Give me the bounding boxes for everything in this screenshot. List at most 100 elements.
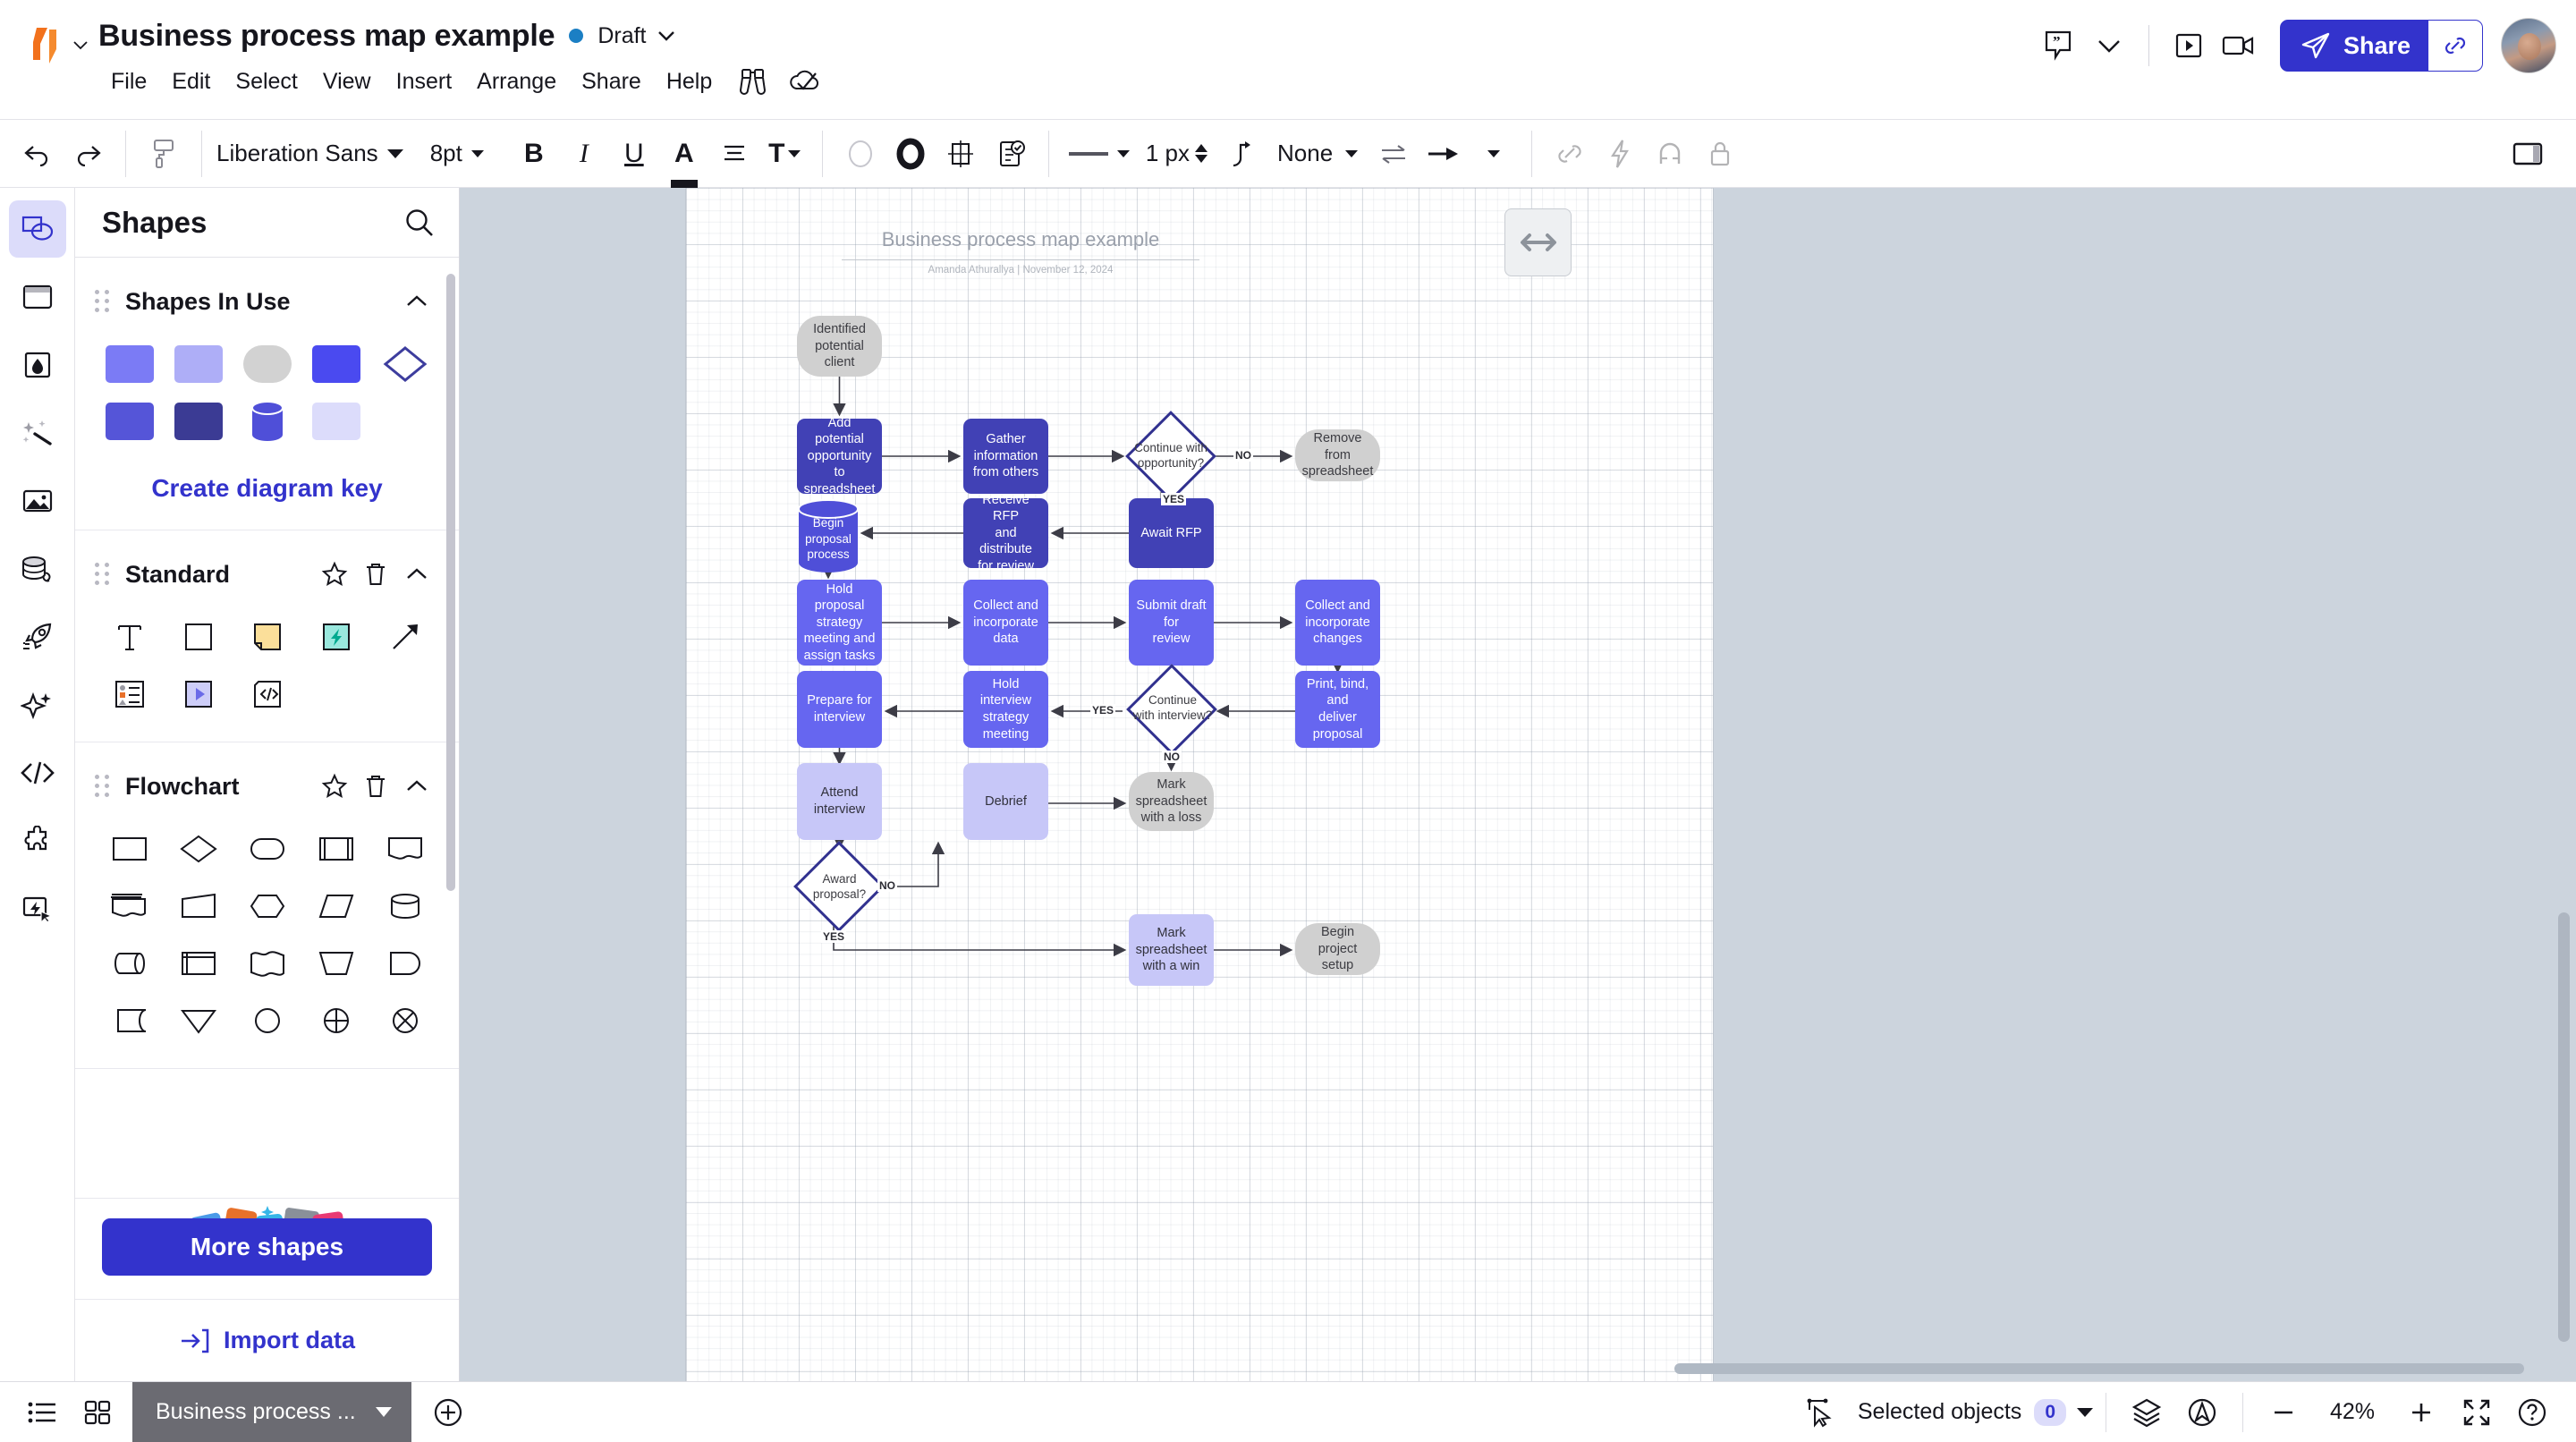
italic-button[interactable]: I — [559, 129, 609, 179]
horizontal-resize-icon[interactable] — [1504, 208, 1572, 276]
font-size-select[interactable]: 8pt — [416, 120, 496, 188]
menu-share[interactable]: Share — [569, 64, 654, 100]
avatar[interactable] — [2501, 18, 2556, 73]
menu-file[interactable]: File — [98, 64, 159, 100]
or-shape[interactable] — [235, 995, 300, 1047]
toggle-right-panel-icon[interactable] — [2503, 129, 2553, 179]
themes-icon[interactable] — [9, 336, 66, 394]
sticky-note-shape[interactable] — [235, 611, 300, 663]
app-logo-area[interactable] — [0, 0, 98, 89]
trash-icon[interactable] — [357, 556, 394, 593]
document-page[interactable]: Business process map example Amanda Athu… — [686, 188, 1713, 1381]
shape-swatch[interactable] — [166, 395, 231, 447]
grid-view-icon[interactable] — [70, 1385, 125, 1440]
share-button[interactable]: Share — [2280, 20, 2483, 72]
text-options-button[interactable]: T — [759, 129, 809, 179]
node-mark-spreadsheet-win[interactable]: Markspreadsheetwith a win — [1129, 914, 1214, 986]
magnet-icon[interactable] — [1645, 129, 1695, 179]
node-mark-spreadsheet-loss[interactable]: Markspreadsheetwith a loss — [1129, 772, 1214, 831]
shape-options-icon[interactable] — [936, 129, 986, 179]
comment-icon[interactable]: ” — [2034, 21, 2084, 71]
chevron-up-icon[interactable] — [398, 556, 436, 593]
bold-button[interactable]: B — [509, 129, 559, 179]
text-shape[interactable] — [97, 611, 162, 663]
page-tab-business-process[interactable]: Business process ... — [132, 1382, 411, 1442]
chevron-down-icon[interactable] — [2084, 21, 2134, 71]
arrow-shape[interactable] — [373, 611, 437, 663]
node-begin-proposal-process[interactable]: Beginproposalprocess — [797, 499, 860, 573]
sparkle-ai-icon[interactable] — [9, 676, 66, 734]
create-diagram-key-link[interactable]: Create diagram key — [75, 447, 459, 508]
node-collect-incorporate-data[interactable]: Collect andincorporatedata — [963, 580, 1048, 666]
shapes-icon[interactable] — [9, 200, 66, 258]
predefined-process-shape[interactable] — [304, 823, 369, 875]
menu-view[interactable]: View — [310, 64, 384, 100]
document-shape[interactable] — [373, 823, 437, 875]
shape-swatch[interactable] — [97, 395, 162, 447]
start-arrow-select[interactable]: None — [1267, 129, 1368, 179]
node-await-rfp[interactable]: Await RFP — [1129, 498, 1214, 568]
copy-link-button[interactable] — [2428, 20, 2482, 72]
canvas-area[interactable]: Business process map example Amanda Athu… — [460, 188, 2576, 1381]
line-style-select[interactable] — [1062, 129, 1137, 179]
shape-swatch[interactable] — [166, 338, 231, 390]
fit-screen-icon[interactable] — [2449, 1385, 2504, 1440]
shape-swatch-diamond[interactable] — [373, 338, 437, 390]
collate-shape[interactable] — [373, 995, 437, 1047]
node-hold-proposal-strategy[interactable]: Hold proposalstrategymeeting andassign t… — [797, 580, 882, 666]
node-remove-from-spreadsheet[interactable]: Remove fromspreadsheet — [1295, 429, 1380, 481]
node-receive-rfp[interactable]: Receive RFPand distributefor review — [963, 498, 1048, 568]
action-shape[interactable] — [304, 611, 369, 663]
paint-roller-icon[interactable] — [139, 129, 189, 179]
layers-icon[interactable] — [2119, 1385, 2174, 1440]
fill-color-icon[interactable] — [835, 129, 886, 179]
process-shape[interactable] — [97, 823, 162, 875]
page-title[interactable]: Business process map example — [98, 19, 555, 54]
stored-data-shape[interactable] — [97, 995, 162, 1047]
end-arrow-dropdown[interactable] — [1469, 129, 1519, 179]
internal-storage-shape[interactable] — [166, 937, 231, 989]
node-print-bind-deliver[interactable]: Print, bind, anddeliver proposal — [1295, 671, 1380, 748]
templates-icon[interactable] — [9, 268, 66, 326]
preparation-shape[interactable] — [235, 880, 300, 932]
node-gather-information[interactable]: Gatherinformationfrom others — [963, 419, 1048, 494]
shape-data-icon[interactable] — [986, 129, 1036, 179]
undo-icon[interactable] — [13, 129, 63, 179]
present-icon[interactable] — [2164, 21, 2214, 71]
star-icon[interactable] — [316, 768, 353, 805]
video-camera-icon[interactable] — [2214, 21, 2264, 71]
menu-insert[interactable]: Insert — [384, 64, 465, 100]
redo-icon[interactable] — [63, 129, 113, 179]
swap-endpoints-icon[interactable] — [1368, 129, 1419, 179]
data-link-icon[interactable] — [9, 540, 66, 598]
help-circle-icon[interactable] — [2504, 1385, 2560, 1440]
select-cursor-icon[interactable] — [1793, 1385, 1849, 1440]
shape-swatch[interactable] — [304, 338, 369, 390]
manual-input-shape[interactable] — [166, 880, 231, 932]
node-begin-project-setup[interactable]: Begin projectsetup — [1295, 923, 1380, 975]
rectangle-shape[interactable] — [166, 611, 231, 663]
status-chevron-down-icon[interactable] — [657, 30, 675, 41]
trash-icon[interactable] — [357, 768, 394, 805]
rocket-icon[interactable] — [9, 608, 66, 666]
shape-swatch-cylinder[interactable] — [235, 395, 300, 447]
node-attend-interview[interactable]: Attend interview — [797, 763, 882, 840]
canvas-vertical-scrollbar[interactable] — [2558, 912, 2570, 1342]
terminator-shape[interactable] — [235, 823, 300, 875]
font-family-select[interactable]: Liberation Sans — [202, 120, 416, 188]
caret-down-icon[interactable] — [376, 1407, 392, 1417]
multi-document-shape[interactable] — [97, 880, 162, 932]
cloud-saved-icon[interactable] — [782, 63, 828, 100]
magic-wand-icon[interactable] — [9, 404, 66, 462]
drag-handle-icon[interactable] — [95, 775, 114, 798]
shape-swatch[interactable] — [97, 338, 162, 390]
chevron-up-icon[interactable] — [398, 283, 436, 320]
direct-data-shape[interactable] — [97, 937, 162, 989]
chevron-up-icon[interactable] — [398, 768, 436, 805]
more-shapes-button[interactable]: More shapes — [102, 1218, 432, 1276]
star-icon[interactable] — [316, 556, 353, 593]
line-color-icon[interactable] — [886, 129, 936, 179]
lightning-icon[interactable] — [1595, 129, 1645, 179]
arrow-end-icon[interactable] — [1419, 129, 1469, 179]
menu-arrange[interactable]: Arrange — [464, 64, 569, 100]
